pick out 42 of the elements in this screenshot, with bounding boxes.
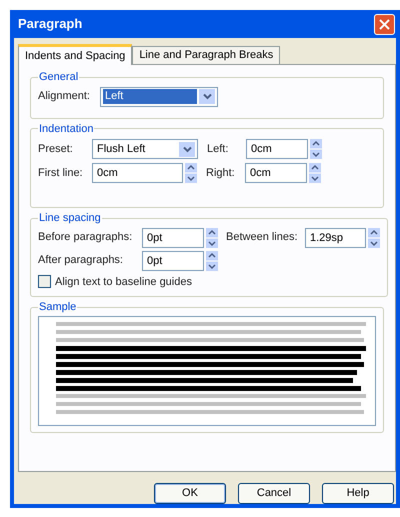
spin-field[interactable]: 0pt bbox=[142, 228, 204, 248]
field-label: Between lines: bbox=[226, 230, 299, 246]
dropdown-field[interactable]: Flush Left bbox=[92, 139, 198, 159]
dropdown-field[interactable]: Left bbox=[100, 86, 218, 106]
tab[interactable]: Indents and Spacing bbox=[18, 44, 132, 65]
group-title: Line spacing bbox=[38, 211, 102, 226]
spin-buttons-icon[interactable] bbox=[368, 228, 380, 248]
spin-buttons-icon[interactable] bbox=[185, 163, 197, 183]
field-label: Right: bbox=[206, 166, 236, 181]
dialog-button[interactable]: Help bbox=[322, 483, 394, 504]
dialog-button[interactable]: OK bbox=[154, 483, 226, 504]
spin-field[interactable]: 0cm bbox=[246, 139, 308, 159]
spin-buttons-icon[interactable] bbox=[206, 228, 218, 248]
spin-buttons-icon[interactable] bbox=[310, 139, 322, 159]
spin-field[interactable]: 0cm bbox=[92, 163, 183, 183]
field-label: Before paragraphs: bbox=[38, 230, 134, 246]
dropdown-button[interactable] bbox=[199, 89, 215, 104]
tab[interactable]: Line and Paragraph Breaks bbox=[132, 46, 280, 64]
field-label: First line: bbox=[38, 166, 84, 181]
checkbox-label: Align text to baseline guides bbox=[55, 274, 192, 290]
checkbox[interactable] bbox=[38, 275, 51, 288]
chevron-down-icon bbox=[182, 146, 192, 152]
group-title: Indentation bbox=[38, 122, 94, 136]
dropdown-button[interactable] bbox=[179, 142, 195, 156]
field-label: Preset: bbox=[38, 142, 74, 157]
field-label: Left: bbox=[207, 142, 230, 157]
group-title: Sample bbox=[38, 300, 78, 315]
dropdown-value: Left bbox=[103, 89, 197, 104]
field-label: Alignment: bbox=[38, 89, 91, 104]
spin-field[interactable]: 1.29sp bbox=[305, 228, 366, 248]
dialog-button[interactable]: Cancel bbox=[238, 483, 310, 504]
group-title: General bbox=[38, 70, 80, 85]
close-icon bbox=[379, 18, 390, 30]
spin-field[interactable]: 0pt bbox=[142, 250, 204, 270]
spin-field[interactable]: 0cm bbox=[245, 163, 307, 183]
window-title: Paragraph bbox=[18, 15, 82, 34]
field-label: After paragraphs: bbox=[38, 253, 124, 268]
spin-buttons-icon[interactable] bbox=[206, 250, 218, 270]
chevron-down-icon bbox=[202, 93, 212, 100]
close-button[interactable] bbox=[374, 14, 395, 34]
spin-buttons-icon[interactable] bbox=[309, 163, 321, 183]
dropdown-value: Flush Left bbox=[96, 142, 146, 156]
